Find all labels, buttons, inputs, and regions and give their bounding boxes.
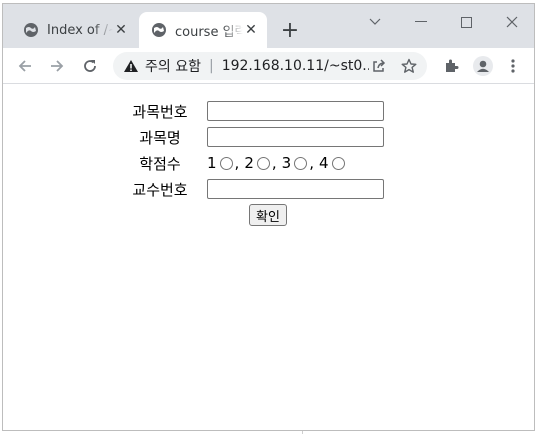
form-row-credits: 학점수 1, 2, 3, 4 [121, 150, 384, 176]
browser-toolbar: 주의 요함 | 192.168.10.11/~st0... [3, 48, 534, 84]
back-arrow-icon[interactable] [13, 54, 37, 78]
reload-icon[interactable] [78, 54, 102, 78]
credit-radio-4[interactable] [331, 156, 345, 170]
new-tab-button[interactable]: + [278, 20, 302, 44]
credit-radio-3[interactable] [294, 156, 308, 170]
close-window-button[interactable] [500, 10, 524, 34]
forward-arrow-icon[interactable] [45, 54, 69, 78]
globe-icon [23, 22, 39, 38]
credits-radio-group: 1, 2, 3, 4 [207, 154, 347, 172]
security-label[interactable]: 주의 요함 [145, 56, 201, 76]
close-icon[interactable]: ✕ [113, 22, 129, 38]
warning-icon[interactable] [123, 58, 139, 74]
professor-no-input[interactable] [207, 179, 384, 200]
form-row-course-name: 과목명 [121, 124, 384, 150]
course-name-label: 과목명 [139, 128, 181, 147]
tab-course[interactable]: course 입력 ✕ [139, 12, 267, 48]
submit-button[interactable]: 확인 [249, 204, 287, 226]
form-row-professor-no: 교수번호 [121, 176, 384, 202]
credit-radio-1[interactable] [219, 156, 233, 170]
profile-avatar-icon[interactable] [471, 54, 495, 78]
share-icon[interactable] [369, 56, 389, 76]
extensions-icon[interactable] [439, 54, 463, 78]
credits-label: 학점수 [139, 154, 181, 173]
submit-row: 확인 [249, 204, 287, 226]
course-no-input[interactable] [207, 101, 384, 122]
credit-option-label: 3 [281, 154, 292, 172]
close-icon[interactable]: ✕ [243, 22, 259, 38]
credit-radio-2[interactable] [256, 156, 270, 170]
tab-strip: Index of /~ ✕ course 입력 ✕ + [3, 4, 534, 48]
course-form: 과목번호 과목명 학점수 1, 2, 3, 4 교수번호 [121, 98, 384, 202]
maximize-button[interactable] [454, 10, 478, 34]
page-content: 과목번호 과목명 학점수 1, 2, 3, 4 교수번호 확인 [3, 84, 534, 430]
credit-option-label: 1 [207, 154, 217, 172]
tab-title: course 입력 [175, 24, 243, 40]
separator: , [309, 154, 314, 172]
browser-window: Index of /~ ✕ course 입력 ✕ + 주의 요함 | 192.… [2, 3, 535, 431]
course-name-input[interactable] [207, 127, 384, 148]
tab-title: Index of /~ [47, 22, 113, 38]
bookmark-star-icon[interactable] [399, 56, 419, 76]
url-text[interactable]: 192.168.10.11/~st0... [222, 58, 369, 74]
globe-icon [151, 22, 167, 38]
separator: , [271, 154, 277, 172]
tab-search-icon[interactable] [363, 10, 387, 34]
separator: , [234, 154, 240, 172]
form-row-course-no: 과목번호 [121, 98, 384, 124]
omnibox-divider: | [208, 58, 214, 74]
tab-index[interactable]: Index of /~ ✕ [11, 12, 137, 48]
course-no-label: 과목번호 [132, 102, 188, 121]
credit-option-label: 4 [318, 154, 329, 172]
minimize-button[interactable] [409, 10, 433, 34]
address-bar[interactable]: 주의 요함 | 192.168.10.11/~st0... [113, 52, 427, 80]
menu-kebab-icon[interactable] [501, 54, 525, 78]
credit-option-label: 2 [244, 154, 254, 172]
professor-no-label: 교수번호 [132, 180, 188, 199]
